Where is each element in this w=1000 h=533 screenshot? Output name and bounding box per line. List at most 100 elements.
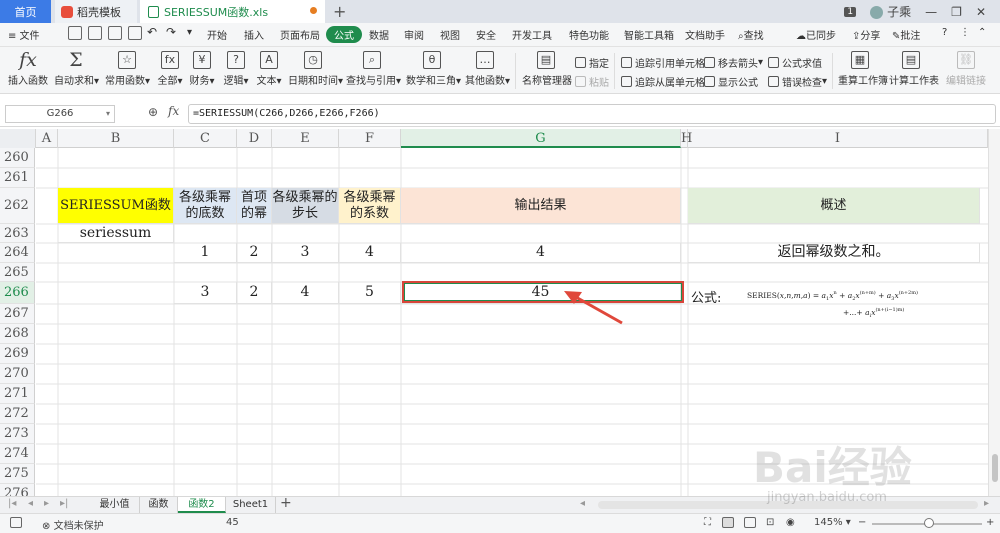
next-sheet-icon[interactable]: ▸ xyxy=(44,498,49,509)
zoom-formula-icon[interactable]: ⊕ xyxy=(148,105,158,119)
trace-dependents-button[interactable]: 追踪从属单元格 xyxy=(621,74,705,89)
minimize-icon[interactable]: — xyxy=(925,5,937,19)
zoom-in-icon[interactable]: + xyxy=(986,517,994,528)
menu-features[interactable]: 特色功能 xyxy=(569,27,609,42)
name-manager-button[interactable]: ▤ 名称管理器 xyxy=(522,51,572,87)
column-header-d[interactable]: D xyxy=(237,129,272,148)
scroll-right-icon[interactable]: ▸ xyxy=(984,498,989,509)
user-account[interactable]: 子乘 xyxy=(870,3,911,20)
restore-icon[interactable]: ❐ xyxy=(951,5,962,19)
add-sheet-button[interactable]: + xyxy=(280,495,292,511)
column-header-g[interactable]: G xyxy=(401,129,681,148)
horizontal-scrollbar[interactable] xyxy=(598,501,978,509)
cell-b262[interactable]: SERIESSUM函数 xyxy=(58,188,174,224)
edit-links-button[interactable]: ⛓ 编辑链接 xyxy=(946,51,986,87)
menu-formula[interactable]: 公式 xyxy=(326,26,362,43)
menu-view[interactable]: 视图 xyxy=(440,27,460,42)
recalculate-workbook-button[interactable]: ▦ 重算工作簿 xyxy=(838,51,888,87)
column-header-c[interactable]: C xyxy=(174,129,237,148)
window-count-badge[interactable]: 1 xyxy=(844,6,857,17)
calculate-sheet-button[interactable]: ▤ 计算工作表 xyxy=(889,51,939,87)
cell-c264[interactable]: 1 xyxy=(174,243,237,263)
row-header-260[interactable]: 260 xyxy=(0,148,35,168)
menu-data[interactable]: 数据 xyxy=(369,27,389,42)
prev-sheet-icon[interactable]: ◂ xyxy=(28,498,33,509)
cell-i262[interactable]: 概述 xyxy=(688,188,980,224)
sheet-tab-function[interactable]: 函数 xyxy=(140,497,178,513)
row-header-265[interactable]: 265 xyxy=(0,263,35,282)
row-header-269[interactable]: 269 xyxy=(0,344,35,364)
select-all-corner[interactable] xyxy=(0,129,36,148)
cell-g266[interactable]: 45 xyxy=(401,282,681,304)
cell-d264[interactable]: 2 xyxy=(237,243,272,263)
cell-b263[interactable]: seriessum xyxy=(58,224,174,243)
normal-view-icon[interactable] xyxy=(722,517,734,529)
logic-button[interactable]: ? 逻辑▾ xyxy=(222,51,250,87)
undo-icon[interactable]: ↶ xyxy=(147,25,157,39)
macro-icon[interactable] xyxy=(10,517,22,529)
row-header-273[interactable]: 273 xyxy=(0,424,35,444)
share-button[interactable]: ⇪分享 xyxy=(852,27,880,42)
autosum-button[interactable]: Σ 自动求和▾ xyxy=(54,51,99,88)
fx-icon[interactable]: fx xyxy=(168,104,179,118)
row-header-262[interactable]: 262 xyxy=(0,188,35,224)
menu-developer[interactable]: 开发工具 xyxy=(512,27,552,42)
print-icon[interactable] xyxy=(108,26,122,40)
text-button[interactable]: A 文本▾ xyxy=(255,51,283,87)
cell-f266[interactable]: 5 xyxy=(339,282,401,304)
first-sheet-icon[interactable]: |◂ xyxy=(8,498,16,509)
tab-daoke-template[interactable]: 稻壳模板 xyxy=(55,0,137,23)
open-icon[interactable] xyxy=(88,26,102,40)
column-header-f[interactable]: F xyxy=(339,129,401,148)
row-header-267[interactable]: 267 xyxy=(0,304,35,324)
collapse-ribbon-icon[interactable]: ⌃ xyxy=(978,27,986,38)
specify-button[interactable]: 指定 xyxy=(575,55,609,70)
row-header-263[interactable]: 263 xyxy=(0,224,35,243)
row-header-272[interactable]: 272 xyxy=(0,404,35,424)
evaluate-formula-button[interactable]: 公式求值 xyxy=(768,55,822,70)
zoom-level[interactable]: 145% ▾ xyxy=(814,517,851,528)
vertical-scrollbar[interactable] xyxy=(988,129,1000,496)
cell-d266[interactable]: 2 xyxy=(237,282,272,304)
tab-document[interactable]: SERIESSUM函数.xls xyxy=(140,0,325,23)
more-icon[interactable]: ⋮ xyxy=(960,27,970,38)
chevron-down-icon[interactable]: ▾ xyxy=(106,106,110,122)
menu-doc-assistant[interactable]: 文档助手 xyxy=(685,27,725,42)
cell-f264[interactable]: 4 xyxy=(339,243,401,263)
formula-input[interactable]: =SERIESSUM(C266,D266,E266,F266) xyxy=(188,104,996,124)
row-header-261[interactable]: 261 xyxy=(0,168,35,188)
remove-arrows-button[interactable]: 移去箭头 ▾ xyxy=(704,55,763,70)
sync-button[interactable]: ☁已同步 xyxy=(796,27,836,42)
row-header-264[interactable]: 264 xyxy=(0,243,35,263)
cell-i264[interactable]: 返回幂级数之和。 xyxy=(688,243,980,263)
zoom-out-icon[interactable]: − xyxy=(858,517,866,528)
save-icon[interactable] xyxy=(68,26,82,40)
cell-e264[interactable]: 3 xyxy=(272,243,339,263)
unsaved-dot-icon[interactable] xyxy=(310,7,317,14)
column-header-i[interactable]: I xyxy=(688,129,988,148)
menu-security[interactable]: 安全 xyxy=(476,27,496,42)
show-formulas-button[interactable]: 显示公式 xyxy=(704,74,758,89)
eye-protection-icon[interactable]: ◉ xyxy=(786,517,795,528)
trace-precedents-button[interactable]: 追踪引用单元格 xyxy=(621,55,705,70)
vertical-scroll-thumb[interactable] xyxy=(992,454,998,482)
other-functions-button[interactable]: … 其他函数▾ xyxy=(465,51,510,87)
column-header-a[interactable]: A xyxy=(36,129,58,148)
datetime-button[interactable]: ◷ 日期和时间▾ xyxy=(288,51,343,87)
scroll-left-icon[interactable]: ◂ xyxy=(580,498,585,509)
page-layout-icon[interactable] xyxy=(744,517,756,529)
cell-f262[interactable]: 各级乘幂的系数 xyxy=(339,188,401,224)
menu-file[interactable]: ≡ 文件 xyxy=(8,27,40,42)
sheet-tab-min[interactable]: 最小值 xyxy=(90,497,140,513)
column-header-h[interactable]: H xyxy=(681,129,692,148)
redo-icon[interactable]: ↷ xyxy=(166,25,176,39)
row-header-276[interactable]: 276 xyxy=(0,484,35,496)
menu-start[interactable]: 开始 xyxy=(207,27,227,42)
cell-g264[interactable]: 4 xyxy=(401,243,681,263)
close-window-icon[interactable]: ✕ xyxy=(976,5,986,19)
error-check-button[interactable]: 错误检查 ▾ xyxy=(768,74,827,89)
menu-page-layout[interactable]: 页面布局 xyxy=(280,27,320,42)
menu-smart-toolbox[interactable]: 智能工具箱 xyxy=(624,27,674,42)
tab-home[interactable]: 首页 xyxy=(0,0,51,23)
name-box[interactable]: G266 ▾ xyxy=(5,105,115,123)
